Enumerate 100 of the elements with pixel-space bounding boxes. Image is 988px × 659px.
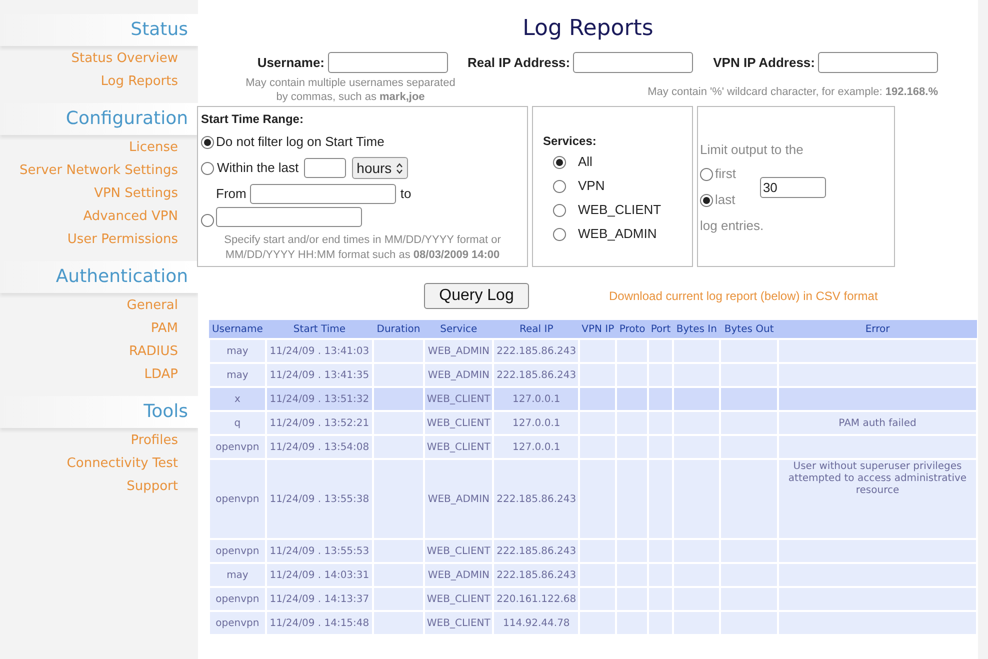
table-cell: 11/24/09 . 14:13:37 <box>270 594 370 604</box>
table-cell: WEB_ADMIN <box>428 570 490 580</box>
option-label: VPN <box>578 177 605 196</box>
table-cell: 222.185.86.243 <box>496 546 576 556</box>
table-row[interactable]: openvpn 11/24/09 . 13:55:53 WEB_CLIENT 222.185.86.243 <box>209 539 977 563</box>
nav-link[interactable]: General <box>126 297 178 315</box>
radio-button[interactable] <box>553 228 566 240</box>
table-cell: PAM auth failed <box>838 418 916 428</box>
table-cell: 11/24/09 . 13:41:03 <box>270 346 370 356</box>
column-header: Bytes In <box>673 320 720 339</box>
table-row[interactable]: may 11/24/09 . 14:03:31 WEB_ADMIN 222.185.86.243 <box>209 563 977 587</box>
table-cell: 222.185.86.243 <box>496 570 576 580</box>
radio-button[interactable] <box>201 136 214 148</box>
table-row[interactable]: q 11/24/09 . 13:52:21 WEB_CLIENT 127.0.0.1 PAM auth failed <box>209 411 977 435</box>
download-link[interactable]: Download current log report (below) in CSV format <box>609 286 878 304</box>
table-cell: WEB_CLIENT <box>426 546 490 556</box>
nav-link[interactable]: VPN Settings <box>94 185 178 203</box>
nav-link[interactable]: Profiles <box>130 432 178 450</box>
text-field[interactable] <box>573 52 694 73</box>
nav-link[interactable]: Log Reports <box>100 73 178 91</box>
table-cell: WEB_ADMIN <box>428 346 490 356</box>
panel-title: Services: <box>543 133 598 150</box>
table-cell: 11/24/09 . 13:52:21 <box>270 418 370 428</box>
number-field[interactable] <box>304 158 346 178</box>
table-row[interactable]: may 11/24/09 . 13:41:35 WEB_ADMIN 222.185.86.243 <box>209 363 977 387</box>
nav-link[interactable]: Status Overview <box>71 50 178 68</box>
hint-text: May contain '%' wildcard character, for example: 192.168.% <box>648 85 938 100</box>
date-field[interactable] <box>216 207 362 227</box>
table-cell: 127.0.0.1 <box>512 442 560 452</box>
nav-link[interactable]: License <box>128 139 178 157</box>
count-field[interactable]: 30 <box>760 176 826 198</box>
nav-link[interactable]: Advanced VPN <box>83 208 178 226</box>
table-cell: 11/24/09 . 13:41:35 <box>270 370 370 380</box>
hint-text: Specify start and/or end times in MM/DD/YYYY format or MM/DD/YYYY HH:MM format such as 08/03/2009 14:00 <box>223 233 502 263</box>
table-cell: may <box>226 570 248 580</box>
table-row[interactable]: openvpn 11/24/09 . 14:13:37 WEB_CLIENT 220.161.122.68 <box>209 587 977 611</box>
radio-button[interactable] <box>201 214 214 227</box>
column-header: Port <box>648 320 674 339</box>
table-cell: openvpn <box>216 494 260 504</box>
nav-link[interactable]: Connectivity Test <box>66 455 178 473</box>
radio-button[interactable] <box>553 156 566 168</box>
option-label: last <box>715 191 736 210</box>
field-label: Username: <box>257 54 325 72</box>
column-header: Bytes Out <box>720 320 778 339</box>
section-heading: Authentication <box>56 265 188 289</box>
text-field[interactable] <box>328 52 448 73</box>
table-cell: openvpn <box>216 546 260 556</box>
option-label: first <box>715 165 736 184</box>
table-row[interactable]: openvpn 11/24/09 . 14:15:48 WEB_CLIENT 114.92.44.78 <box>209 611 977 635</box>
nav-link[interactable]: Server Network Settings <box>20 162 178 180</box>
table-cell: WEB_CLIENT <box>426 394 490 404</box>
table-cell: x <box>234 394 240 404</box>
radio-button[interactable] <box>700 168 713 180</box>
table-cell: 220.161.122.68 <box>496 594 576 604</box>
section-heading: Tools <box>144 400 188 424</box>
table-cell: openvpn <box>216 442 260 452</box>
table-cell: openvpn <box>216 618 260 628</box>
table-cell: 11/24/09 . 14:03:31 <box>270 570 370 580</box>
table-cell: WEB_ADMIN <box>428 370 490 380</box>
table-cell: 11/24/09 . 13:54:08 <box>270 442 370 452</box>
column-header: Username <box>209 320 266 339</box>
option-label: Within the last <box>217 159 299 178</box>
table-cell: 222.185.86.243 <box>496 346 576 356</box>
nav-link[interactable]: PAM <box>150 320 178 338</box>
table-cell: may <box>226 346 248 356</box>
nav-link[interactable]: User Permissions <box>67 231 178 249</box>
column-header: Duration <box>373 320 424 339</box>
column-header: Service <box>424 320 494 339</box>
panel-text: Limit output to the <box>700 141 804 159</box>
table-row[interactable]: x 11/24/09 . 13:51:32 WEB_CLIENT 127.0.0.1 <box>209 387 977 411</box>
table-row[interactable]: openvpn 11/24/09 . 13:54:08 WEB_CLIENT 127.0.0.1 <box>209 435 977 459</box>
field-label: Real IP Address: <box>468 54 570 72</box>
nav-link[interactable]: Support <box>126 478 178 496</box>
date-field[interactable] <box>250 184 396 204</box>
table-cell: 127.0.0.1 <box>512 418 560 428</box>
option-label: WEB_ADMIN <box>578 225 657 244</box>
table-cell: WEB_CLIENT <box>426 418 490 428</box>
table-cell: WEB_ADMIN <box>428 494 490 504</box>
panel-text: log entries. <box>700 217 765 235</box>
column-header: Start Time <box>266 320 374 339</box>
field-label: VPN IP Address: <box>713 54 815 72</box>
table-cell: openvpn <box>216 594 260 604</box>
page-title: Log Reports <box>522 15 654 43</box>
radio-button[interactable] <box>553 180 566 192</box>
unit-dropdown[interactable]: hours <box>352 157 408 179</box>
nav-link[interactable]: RADIUS <box>128 343 178 361</box>
option-label: WEB_CLIENT <box>578 201 662 220</box>
nav-link[interactable]: LDAP <box>144 366 178 384</box>
radio-button[interactable] <box>553 204 566 216</box>
text-field[interactable] <box>818 52 938 73</box>
option-label: All <box>578 153 592 172</box>
table-row[interactable]: may 11/24/09 . 13:41:03 WEB_ADMIN 222.185.86.243 <box>209 339 977 363</box>
option-label: Do not filter log on Start Time <box>216 133 384 152</box>
table-cell: WEB_CLIENT <box>426 618 490 628</box>
table-cell: 11/24/09 . 13:55:53 <box>270 546 370 556</box>
column-header: Real IP <box>493 320 580 339</box>
table-row[interactable]: openvpn 11/24/09 . 13:55:38 WEB_ADMIN 222.185.86.243 User without superuser privileges attempted to access administrative resource <box>209 459 977 539</box>
query-button[interactable]: Query Log <box>424 282 529 308</box>
radio-button[interactable] <box>201 162 214 174</box>
radio-button[interactable] <box>700 194 713 206</box>
